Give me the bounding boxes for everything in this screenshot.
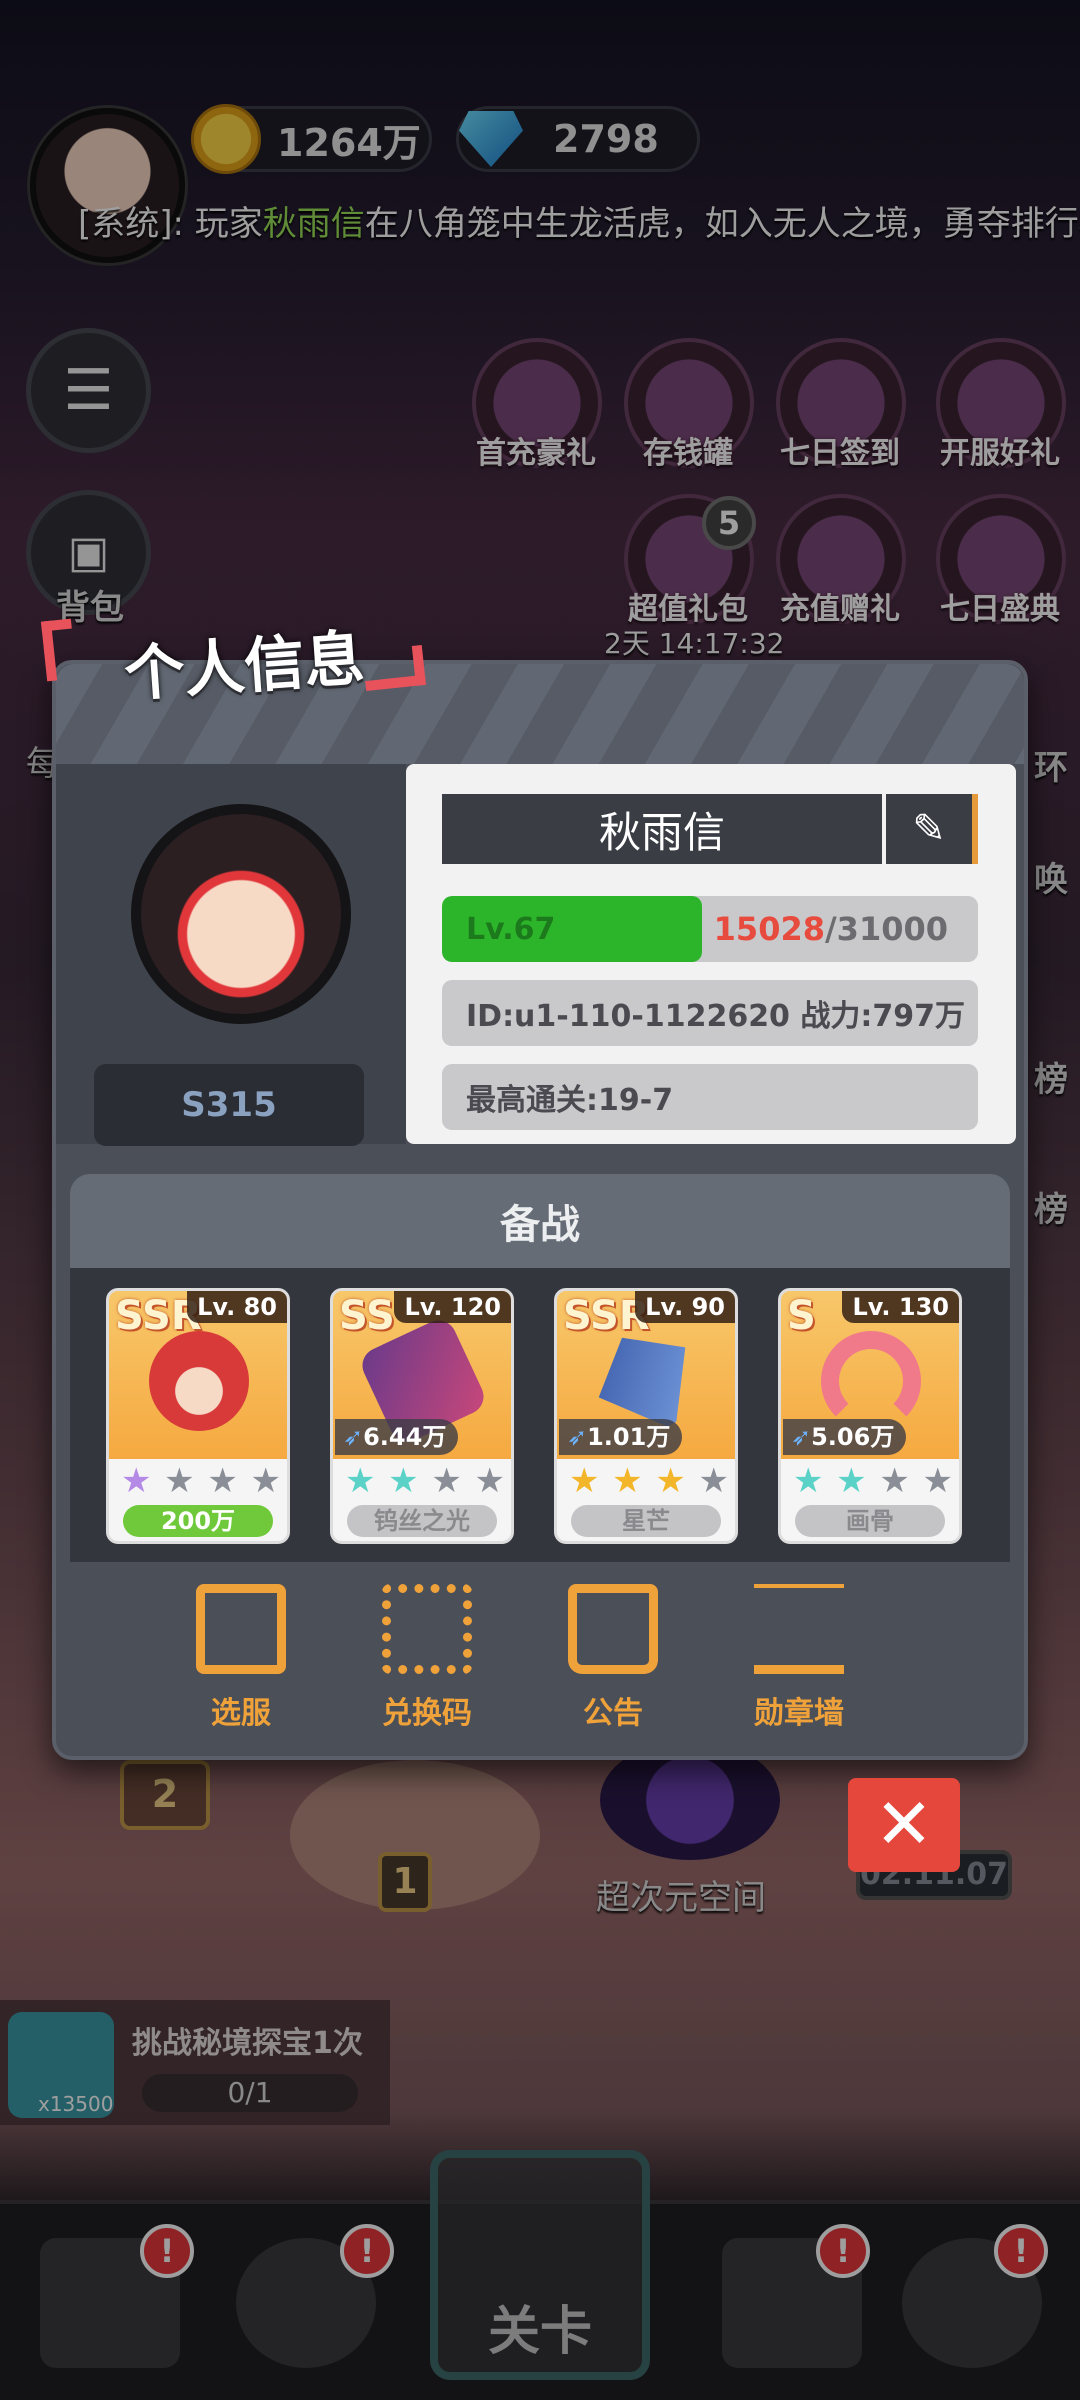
card-rarity: S (787, 1293, 816, 1339)
info-panel: 秋雨信 ✎ Lv.67 15028/31000 ID:u1-110-112262… (406, 764, 1016, 1144)
star-icon: ★ (431, 1461, 462, 1501)
card-weapon-bone[interactable]: S Lv. 130 ➶5.06万 ★ ★ ★ ★ 画骨 (778, 1288, 962, 1544)
rocket-icon: ➶ (567, 1423, 588, 1451)
card-stars: ★ ★ ★ ★ (345, 1463, 505, 1499)
star-icon: ★ (793, 1461, 824, 1501)
star-icon: ★ (569, 1461, 600, 1501)
medal-wall-button[interactable]: 勋章墙 (724, 1584, 874, 1732)
action-label: 勋章墙 (754, 1696, 844, 1731)
card-level: Lv. 120 (394, 1291, 511, 1323)
card-weapon-star[interactable]: SSR Lv. 90 ➶1.01万 ★ ★ ★ ★ 星芒 (554, 1288, 738, 1544)
name-bar: 秋雨信 ✎ (442, 794, 978, 864)
star-icon: ★ (612, 1461, 643, 1501)
close-icon: ✕ (874, 1783, 934, 1865)
medal-stand-icon (754, 1584, 844, 1674)
action-label: 公告 (583, 1696, 643, 1731)
title-bracket-right (362, 644, 426, 692)
star-icon: ★ (164, 1461, 195, 1501)
action-label: 兑换码 (382, 1696, 472, 1731)
card-power-value: 5.06万 (811, 1423, 895, 1451)
rocket-icon: ➶ (791, 1423, 812, 1451)
edit-name-button[interactable]: ✎ (882, 794, 978, 864)
card-name: 星芒 (571, 1505, 721, 1537)
title-bracket-left (40, 618, 78, 682)
card-power: ➶6.44万 (335, 1419, 459, 1455)
id-power-row: ID:u1-110-1122620 战力:797万 (442, 980, 978, 1046)
star-icon: ★ (879, 1461, 910, 1501)
card-power-value: 6.44万 (363, 1423, 447, 1451)
star-icon: ★ (250, 1461, 281, 1501)
prep-header: 备战 (70, 1174, 1010, 1268)
star-icon: ★ (121, 1461, 152, 1501)
server-badge: S315 (94, 1064, 364, 1146)
profile-avatar[interactable] (131, 804, 351, 1024)
card-level: Lv. 80 (187, 1291, 287, 1323)
card-stars: ★ ★ ★ ★ (793, 1463, 953, 1499)
xp-total: /31000 (824, 910, 948, 948)
star-icon: ★ (655, 1461, 686, 1501)
select-server-button[interactable]: 选服 (166, 1584, 316, 1732)
card-stars: ★ ★ ★ ★ (569, 1463, 729, 1499)
redeem-code-button[interactable]: 兑换码 (352, 1584, 502, 1732)
resize-icon (196, 1584, 286, 1674)
card-power: ➶1.01万 (559, 1419, 683, 1455)
qr-code-icon (382, 1584, 472, 1674)
level-progress-bar: Lv.67 15028/31000 (442, 896, 978, 962)
modal-title: 个人信息 (40, 608, 426, 710)
xp-current: 15028 (713, 910, 825, 948)
player-name: 秋雨信 (598, 807, 725, 857)
card-rarity: SS (339, 1293, 395, 1339)
rocket-icon: ➶ (343, 1423, 364, 1451)
star-icon: ★ (207, 1461, 238, 1501)
whip-weapon-icon (821, 1331, 921, 1431)
clipboard-icon (568, 1584, 658, 1674)
best-stage-row: 最高通关:19-7 (442, 1064, 978, 1130)
announcement-button[interactable]: 公告 (538, 1584, 688, 1732)
card-level: Lv. 130 (842, 1291, 959, 1323)
star-icon: ★ (836, 1461, 867, 1501)
hero-portrait-icon (149, 1331, 249, 1431)
xp-readout: 15028/31000 (714, 910, 948, 948)
card-name: 钨丝之光 (347, 1505, 497, 1537)
card-power-value: 1.01万 (587, 1423, 671, 1451)
card-name: 200万 (123, 1505, 273, 1537)
card-name: 画骨 (795, 1505, 945, 1537)
card-power: ➶5.06万 (783, 1419, 907, 1455)
card-weapon-tungsten[interactable]: SS Lv. 120 ➶6.44万 ★ ★ ★ ★ 钨丝之光 (330, 1288, 514, 1544)
pencil-icon: ✎ (912, 806, 946, 852)
card-hero[interactable]: SSR Lv. 80 ★ ★ ★ ★ 200万 (106, 1288, 290, 1544)
star-icon: ★ (345, 1461, 376, 1501)
card-level: Lv. 90 (635, 1291, 735, 1323)
modal-title-text: 个人信息 (122, 623, 367, 711)
star-icon: ★ (922, 1461, 953, 1501)
star-icon: ★ (388, 1461, 419, 1501)
star-icon: ★ (474, 1461, 505, 1501)
action-label: 选服 (211, 1696, 271, 1731)
card-stars: ★ ★ ★ ★ (121, 1463, 281, 1499)
profile-modal: S315 秋雨信 ✎ Lv.67 15028/31000 ID:u1-110-1… (52, 660, 1028, 1760)
close-button[interactable]: ✕ (848, 1778, 960, 1872)
star-icon: ★ (698, 1461, 729, 1501)
level-label: Lv.67 (466, 911, 556, 947)
prep-cards: SSR Lv. 80 ★ ★ ★ ★ 200万 SS Lv. 120 ➶6.44万 ★… (70, 1268, 1010, 1562)
